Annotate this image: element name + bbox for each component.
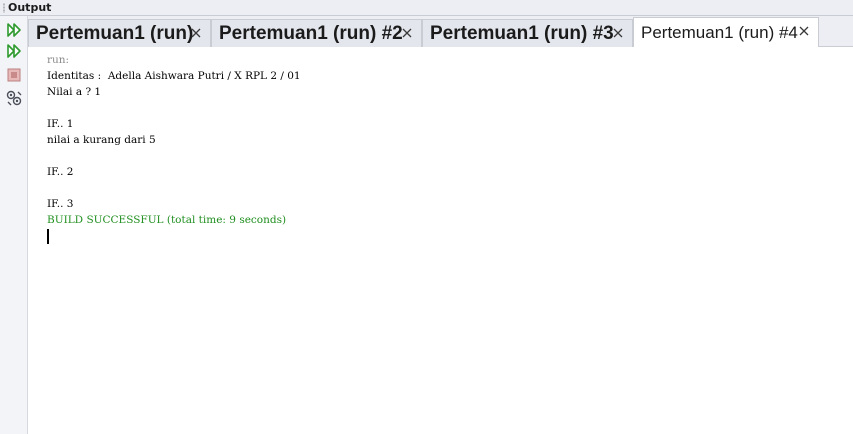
settings-icon (6, 90, 22, 106)
settings-button[interactable] (4, 88, 24, 108)
rerun-with-params-button[interactable] (4, 41, 24, 61)
console-output[interactable]: run: Identitas : Adella Aishwara Putri /… (28, 47, 853, 434)
stop-icon (7, 68, 21, 82)
console-line: IF.. 3 (47, 198, 74, 210)
console-line: Nilai a ? 1 (47, 86, 102, 98)
tab-label: Pertemuan1 (run) (36, 22, 194, 44)
close-icon[interactable] (612, 27, 624, 39)
tab-pertemuan1-run-3[interactable]: Pertemuan1 (run) #3 (422, 19, 633, 47)
close-icon[interactable] (798, 25, 810, 37)
output-toolbar (0, 16, 28, 434)
console-line: nilai a kurang dari 5 (47, 134, 156, 146)
rerun-with-params-icon (7, 44, 21, 58)
tab-pertemuan1-run-2[interactable]: Pertemuan1 (run) #2 (211, 19, 422, 47)
output-title: Output (8, 1, 52, 14)
build-status-line: BUILD SUCCESSFUL (total time: 9 seconds) (47, 214, 287, 226)
tab-pertemuan1-run-4[interactable]: Pertemuan1 (run) #4 (633, 17, 819, 47)
stop-button[interactable] (4, 65, 24, 85)
close-icon[interactable] (190, 27, 202, 39)
output-window: Output Pertemuan1 (run) Pertemuan1 (run)… (0, 0, 853, 434)
rerun-button[interactable] (4, 20, 24, 40)
output-title-bar[interactable]: Output (0, 0, 853, 16)
console-line: Identitas : Adella Aishwara Putri / X RP… (47, 70, 301, 82)
tab-label: Pertemuan1 (run) #3 (430, 22, 614, 44)
tab-label: Pertemuan1 (run) #4 (641, 22, 798, 42)
console-line: run: (47, 54, 70, 66)
console-line: IF.. 2 (47, 166, 74, 178)
output-tab-strip: Pertemuan1 (run) Pertemuan1 (run) #2 Per… (28, 16, 853, 47)
rerun-icon (7, 23, 21, 37)
tab-label: Pertemuan1 (run) #2 (219, 22, 403, 44)
console-line: IF.. 1 (47, 118, 74, 130)
text-caret (47, 229, 49, 244)
tab-pertemuan1-run[interactable]: Pertemuan1 (run) (28, 19, 211, 47)
grip-icon[interactable] (3, 3, 5, 13)
close-icon[interactable] (401, 27, 413, 39)
